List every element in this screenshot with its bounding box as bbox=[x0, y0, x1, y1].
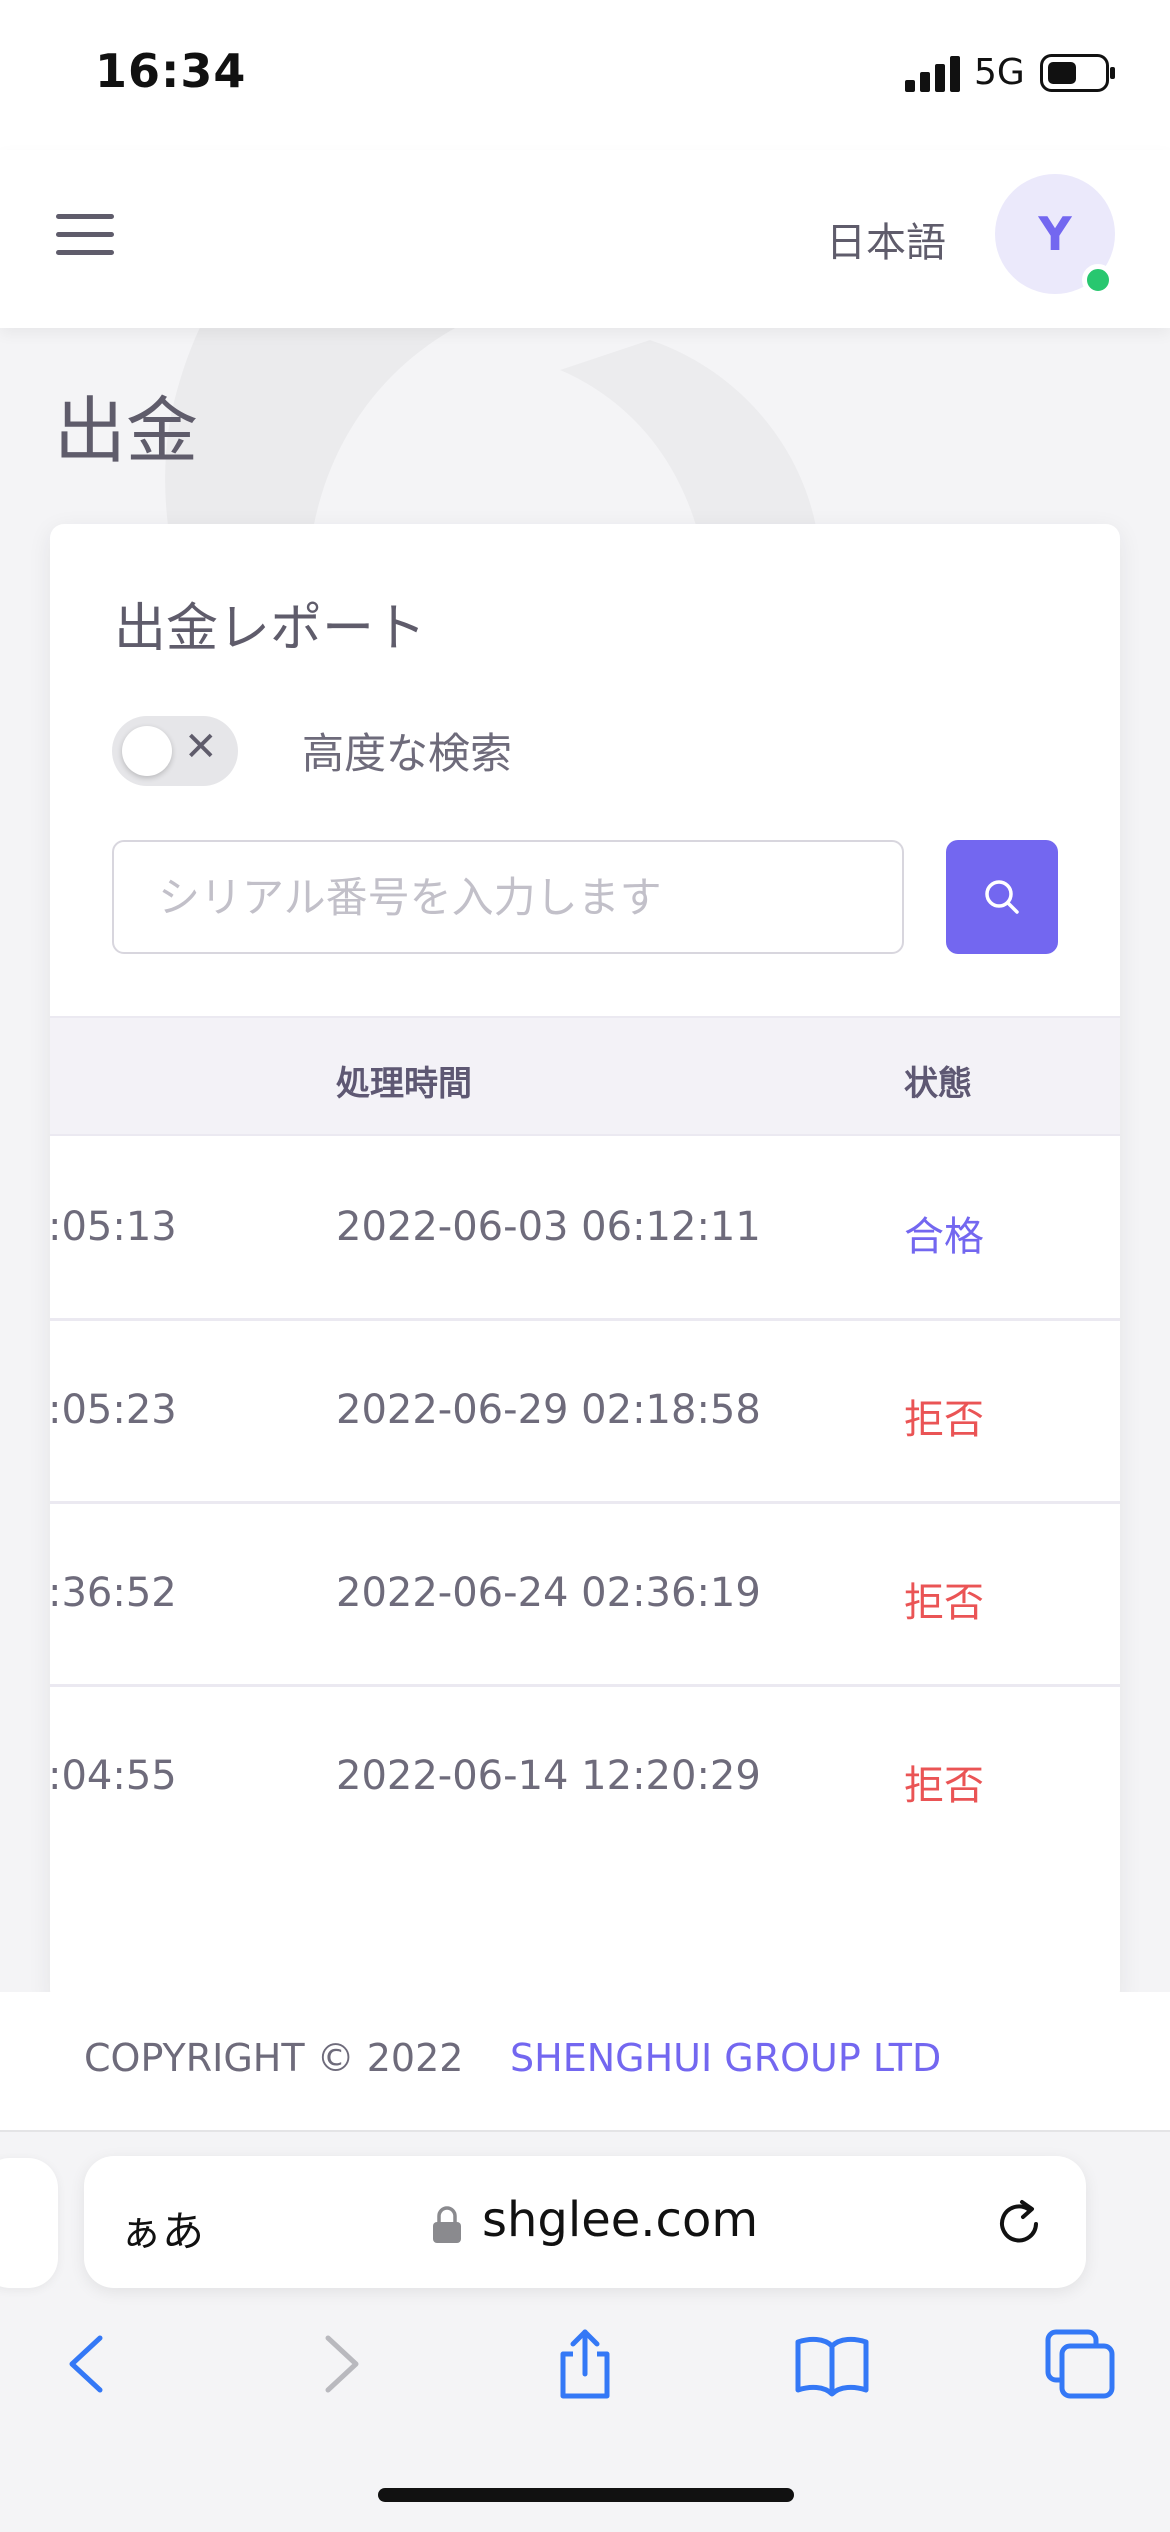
status-badge: 合格 bbox=[904, 1214, 984, 1260]
network-type: 5G bbox=[974, 52, 1025, 93]
reload-icon[interactable] bbox=[992, 2196, 1046, 2250]
cell-created-time: :36:52 bbox=[50, 1570, 177, 1616]
table-row: :36:52 2022-06-24 02:36:19 拒否 bbox=[50, 1504, 1120, 1687]
status-badge: 拒否 bbox=[904, 1580, 984, 1626]
previous-tab-card[interactable] bbox=[0, 2158, 58, 2288]
withdrawal-report-card: 出金レポート ✕ 高度な検索 処理時間 状態 :05:13 2022-06-03… bbox=[50, 524, 1120, 2004]
app-header: 日本語 Y bbox=[0, 150, 1170, 328]
page: 16:34 5G 日本語 Y 出金 出金レポート ✕ 高度な検索 シリアル番号を… bbox=[0, 0, 1170, 2532]
table-row: :04:55 2022-06-14 12:20:29 拒否 bbox=[50, 1687, 1120, 1870]
footer: COPYRIGHT © 2022 SHENGHUI GROUP LTD bbox=[0, 1992, 1170, 2132]
cell-created-time: :05:13 bbox=[50, 1204, 177, 1250]
search-button[interactable] bbox=[946, 840, 1058, 954]
tabs-icon[interactable] bbox=[1040, 2324, 1120, 2404]
table-header: 処理時間 状態 bbox=[50, 1016, 1120, 1136]
table-row: :05:23 2022-06-29 02:18:58 拒否 bbox=[50, 1321, 1120, 1504]
column-header-processed-time: 処理時間 bbox=[336, 1064, 472, 1104]
cell-processed-time: 2022-06-03 06:12:11 bbox=[336, 1204, 761, 1250]
company-link[interactable]: SHENGHUI GROUP LTD bbox=[510, 2036, 941, 2080]
home-indicator bbox=[378, 2488, 794, 2502]
close-icon: ✕ bbox=[184, 724, 218, 770]
table-row: :05:13 2022-06-03 06:12:11 合格 bbox=[50, 1138, 1120, 1321]
status-bar: 16:34 5G bbox=[0, 0, 1170, 150]
hamburger-menu-icon[interactable] bbox=[56, 212, 114, 258]
advanced-search-label: 高度な検索 bbox=[302, 729, 513, 778]
status-badge: 拒否 bbox=[904, 1763, 984, 1809]
cell-created-time: :04:55 bbox=[50, 1753, 177, 1799]
cell-processed-time: 2022-06-29 02:18:58 bbox=[336, 1387, 761, 1433]
search-icon bbox=[985, 880, 1019, 914]
page-title: 出金 bbox=[54, 389, 199, 473]
back-icon[interactable] bbox=[48, 2324, 128, 2404]
lock-icon bbox=[433, 2206, 461, 2243]
address-bar[interactable]: ぁあ shglee.com bbox=[84, 2156, 1086, 2288]
text-size-button[interactable]: ぁあ bbox=[120, 2198, 204, 2259]
serial-number-search-input[interactable] bbox=[112, 840, 904, 954]
status-time: 16:34 bbox=[95, 44, 247, 98]
share-icon[interactable] bbox=[545, 2324, 625, 2404]
battery-icon bbox=[1040, 54, 1115, 92]
copyright-text: COPYRIGHT © 2022 bbox=[84, 2036, 464, 2080]
online-status-dot bbox=[1082, 264, 1114, 296]
card-title: 出金レポート bbox=[114, 599, 427, 659]
bookmarks-icon[interactable] bbox=[792, 2324, 872, 2404]
browser-toolbar: ぁあ shglee.com bbox=[0, 2134, 1170, 2532]
status-badge: 拒否 bbox=[904, 1397, 984, 1443]
language-selector[interactable]: 日本語 bbox=[826, 210, 946, 268]
cell-created-time: :05:23 bbox=[50, 1387, 177, 1433]
advanced-search-toggle[interactable]: ✕ bbox=[112, 716, 238, 786]
cell-processed-time: 2022-06-24 02:36:19 bbox=[336, 1570, 761, 1616]
url-domain: shglee.com bbox=[482, 2192, 759, 2248]
column-header-status: 状態 bbox=[904, 1064, 972, 1104]
cell-processed-time: 2022-06-14 12:20:29 bbox=[336, 1753, 761, 1799]
signal-icon bbox=[905, 56, 960, 92]
toggle-knob bbox=[122, 726, 172, 776]
forward-icon[interactable] bbox=[300, 2324, 380, 2404]
